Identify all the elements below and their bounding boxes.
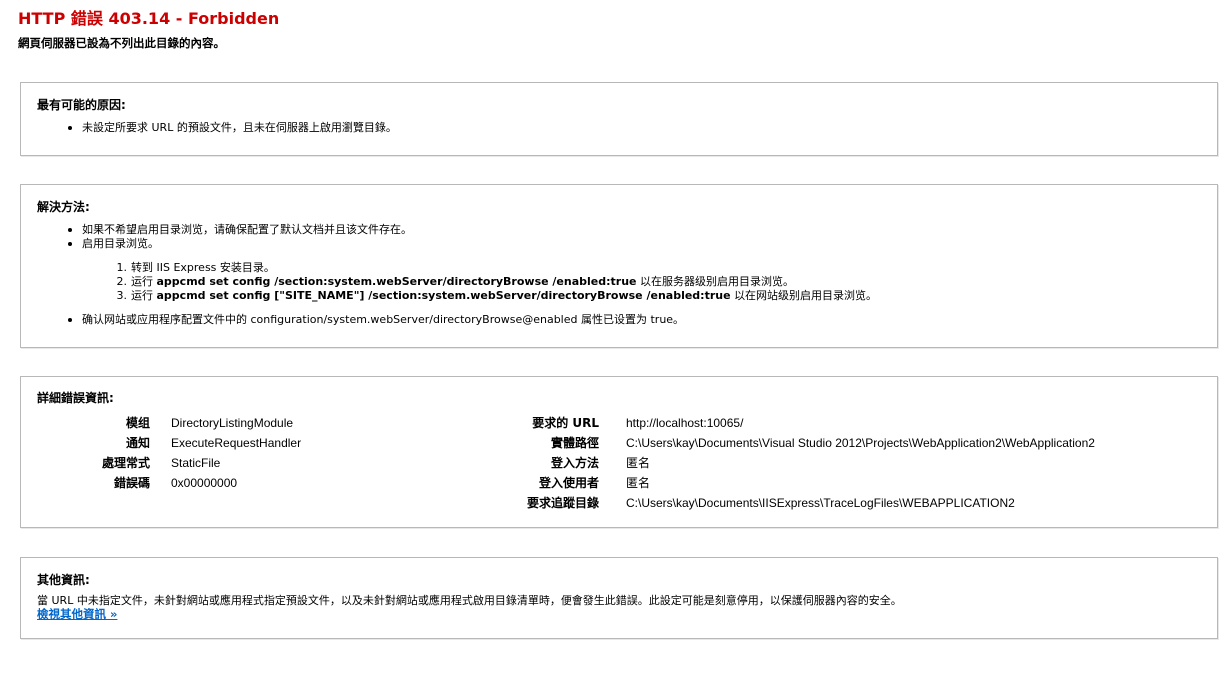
step-item: 1. 转到 IIS Express 安装目录。 — [116, 261, 275, 274]
detail-value: 0x00000000 — [171, 476, 238, 490]
more-info-link[interactable]: 檢視其他資訊 » — [37, 606, 117, 622]
detail-label: 通知 — [125, 436, 150, 450]
detail-value: 匿名 — [626, 456, 651, 470]
more-info-section: 其他資訊: 當 URL 中未指定文件，未針對網站或應用程式指定預設文件，以及未針… — [20, 557, 1218, 639]
detail-label: 登入方法 — [550, 456, 599, 470]
step-item: 3. 运行 appcmd set config ["SITE_NAME"] /se… — [116, 289, 878, 302]
causes-section: 最有可能的原因: 未設定所要求 URL 的預設文件，且未在伺服器上啟用瀏覽目錄。 — [20, 82, 1218, 156]
solution-item: 启用目录浏览。 — [65, 237, 412, 251]
detail-label: 要求的 URL — [532, 416, 599, 430]
cause-item: 未設定所要求 URL 的預設文件，且未在伺服器上啟用瀏覽目錄。 — [65, 121, 397, 135]
detail-label: 處理常式 — [101, 456, 150, 470]
command-text: appcmd set config /section:system.webSer… — [156, 275, 637, 288]
command-text: appcmd set config ["SITE_NAME"] /section… — [156, 289, 731, 302]
details-section: 詳細錯誤資訊: 模组 DirectoryListingModule 通知 Exe… — [20, 376, 1218, 528]
detail-label: 實體路徑 — [550, 436, 599, 450]
solution-item: 确认网站或应用程序配置文件中的 configuration/system.web… — [65, 313, 684, 327]
page-title: HTTP 錯誤 403.14 - Forbidden — [18, 9, 280, 28]
solutions-section: 解決方法: 如果不希望启用目录浏览，请确保配置了默认文档并且该文件存在。 启用目… — [20, 184, 1218, 348]
detail-value: C:\Users\kay\Documents\IISExpress\TraceL… — [626, 496, 1015, 510]
solutions-list: 如果不希望启用目录浏览，请确保配置了默认文档并且该文件存在。 启用目录浏览。 — [65, 223, 412, 251]
detail-value: ExecuteRequestHandler — [171, 436, 302, 450]
detail-label: 要求追蹤目錄 — [526, 496, 599, 510]
more-info-heading: 其他資訊: — [37, 573, 90, 587]
details-heading: 詳細錯誤資訊: — [37, 391, 114, 405]
more-info-text: 當 URL 中未指定文件，未針對網站或應用程式指定預設文件，以及未針對網站或應用… — [37, 594, 902, 607]
causes-list: 未設定所要求 URL 的預設文件，且未在伺服器上啟用瀏覽目錄。 — [65, 121, 397, 135]
detail-label: 錯誤碼 — [113, 476, 150, 490]
page-subtitle: 網頁伺服器已設為不列出此目錄的內容。 — [18, 36, 225, 50]
solution-steps: 1. 转到 IIS Express 安装目录。 2. 运行 appcmd set c… — [105, 261, 878, 303]
detail-label: 登入使用者 — [538, 476, 599, 490]
detail-value: StaticFile — [171, 456, 221, 470]
step-item: 2. 运行 appcmd set config /section:system.w… — [116, 275, 795, 288]
causes-heading: 最有可能的原因: — [37, 98, 126, 112]
detail-value: C:\Users\kay\Documents\Visual Studio 201… — [626, 436, 1095, 450]
solutions-list-tail: 确认网站或应用程序配置文件中的 configuration/system.web… — [65, 313, 684, 327]
detail-value: 匿名 — [626, 476, 651, 490]
solution-item: 如果不希望启用目录浏览，请确保配置了默认文档并且该文件存在。 — [65, 223, 412, 237]
detail-value: DirectoryListingModule — [171, 416, 294, 430]
detail-value: http://localhost:10065/ — [626, 416, 744, 430]
solutions-heading: 解決方法: — [37, 200, 90, 214]
detail-label: 模组 — [125, 416, 150, 430]
